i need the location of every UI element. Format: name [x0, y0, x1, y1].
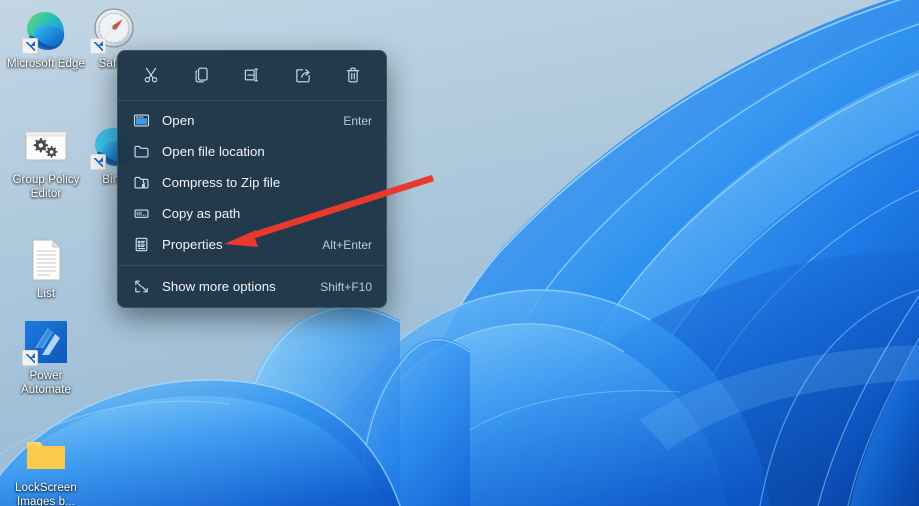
folder-icon — [22, 430, 70, 478]
menu-item-open[interactable]: Open Enter — [118, 105, 386, 136]
properties-list-icon — [130, 234, 152, 256]
shortcut-arrow-icon — [90, 154, 106, 170]
menu-separator — [118, 265, 386, 266]
desktop-icon-label: LockScreen Images b... — [15, 482, 77, 506]
power-automate-icon — [22, 318, 70, 366]
copy-icon — [193, 66, 211, 84]
window-app-icon — [130, 110, 152, 132]
share-button[interactable] — [286, 61, 320, 89]
menu-item-label: Show more options — [162, 279, 276, 294]
menu-item-compress-to-zip-file[interactable]: Compress to Zip file — [118, 167, 386, 198]
menu-item-open-file-location[interactable]: Open file location — [118, 136, 386, 167]
context-menu-items: Open Enter Open file location Compress t… — [118, 101, 386, 307]
desktop-icon-lockscreen-images[interactable]: LockScreen Images b... — [4, 430, 88, 506]
menu-item-accel: Shift+F10 — [320, 279, 372, 294]
scissors-icon — [142, 66, 160, 84]
menu-item-properties[interactable]: Properties Alt+Enter — [118, 229, 386, 260]
copy-path-icon — [130, 203, 152, 225]
trash-icon — [344, 66, 362, 84]
copy-button[interactable] — [185, 61, 219, 89]
menu-item-copy-as-path[interactable]: Copy as path — [118, 198, 386, 229]
shortcut-arrow-icon — [22, 38, 38, 54]
shortcut-arrow-icon — [22, 350, 38, 366]
context-menu-toolbar — [118, 51, 386, 101]
gears-window-icon — [22, 122, 70, 170]
desktop-screen: Microsoft Edge Safari Group Policy Edito… — [0, 0, 919, 506]
shortcut-arrow-icon — [90, 38, 106, 54]
desktop-icon-label: Power Automate — [20, 370, 72, 396]
desktop-icon-list[interactable]: List — [4, 236, 88, 302]
rename-button[interactable] — [235, 61, 269, 89]
menu-item-label: Properties — [162, 237, 223, 252]
safari-compass-icon — [90, 6, 138, 54]
menu-item-label: Open file location — [162, 144, 265, 159]
menu-item-label: Compress to Zip file — [162, 175, 281, 190]
menu-item-accel: Enter — [343, 113, 372, 128]
context-menu: Open Enter Open file location Compress t… — [117, 50, 387, 308]
zip-folder-icon — [130, 172, 152, 194]
text-document-icon — [22, 236, 70, 284]
cut-button[interactable] — [134, 61, 168, 89]
folder-icon — [130, 141, 152, 163]
menu-item-label: Copy as path — [162, 206, 241, 221]
rename-icon — [243, 66, 261, 84]
menu-item-accel: Alt+Enter — [322, 237, 372, 252]
edge-icon — [22, 6, 70, 54]
share-icon — [294, 66, 312, 84]
menu-item-label: Open — [162, 113, 195, 128]
desktop-icon-label: List — [36, 288, 56, 300]
delete-button[interactable] — [336, 61, 370, 89]
expand-arrow-icon — [130, 276, 152, 298]
menu-item-show-more-options[interactable]: Show more options Shift+F10 — [118, 271, 386, 302]
desktop-icon-power-automate[interactable]: Power Automate — [4, 318, 88, 397]
